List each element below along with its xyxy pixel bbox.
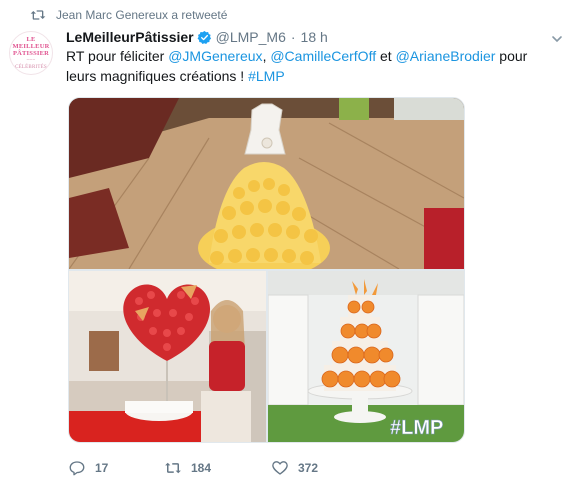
retweet-button[interactable]: 184 [164,459,237,477]
reply-button[interactable]: 17 [68,459,130,477]
heart-icon [272,461,288,475]
chevron-down-icon[interactable] [551,32,563,44]
tweet-header: LeMeilleurPâtissier @LMP_M6 · 18 h [66,27,328,47]
separator-dot: · [290,29,296,45]
avatar[interactable]: LE MEILLEUR PÂTISSIER ~~~ CÉLÉBRITÉS [9,31,53,75]
avatar-logo-line-4: CÉLÉBRITÉS [15,64,47,70]
retweet-context-text: Jean Marc Genereux a retweeté [56,8,228,22]
mention-link[interactable]: @ArianeBrodier [396,48,496,64]
avatar-logo-line-3: ~~~ [26,57,36,63]
photo-apricot-tower[interactable]: #LMP [268,271,464,442]
mention-link[interactable]: @CamilleCerfOff [270,48,376,64]
mention-link[interactable]: @JMGenereux [168,48,262,64]
media-grid: #LMP [68,97,465,443]
tweet-text: RT pour féliciter @JMGenereux, @CamilleC… [66,46,556,86]
reply-icon [69,461,85,476]
tweet-text-part: RT pour féliciter [66,48,169,64]
retweet-count: 184 [191,461,212,475]
retweet-context[interactable]: Jean Marc Genereux a retweeté [30,6,227,24]
hashtag-link[interactable]: #LMP [248,68,285,84]
retweet-icon [165,462,181,474]
verified-badge-icon [197,30,212,45]
tweet-actions: 17 184 372 [68,458,367,478]
like-count: 372 [298,461,319,475]
retweet-icon [30,8,46,22]
display-name[interactable]: LeMeilleurPâtissier [66,29,194,45]
tweet-timestamp[interactable]: 18 h [301,29,328,45]
tweet-text-part: et [376,48,396,64]
hashtag-overlay: #LMP [390,417,443,439]
reply-count: 17 [95,461,109,475]
avatar-logo-line-1: LE MEILLEUR [12,35,50,50]
photo-dress-cake[interactable] [69,98,464,269]
user-handle[interactable]: @LMP_M6 [216,29,286,45]
like-button[interactable]: 372 [271,459,341,477]
avatar-logo-line-2: PÂTISSIER [12,49,50,57]
photo-strawberry-heart[interactable] [69,271,266,442]
